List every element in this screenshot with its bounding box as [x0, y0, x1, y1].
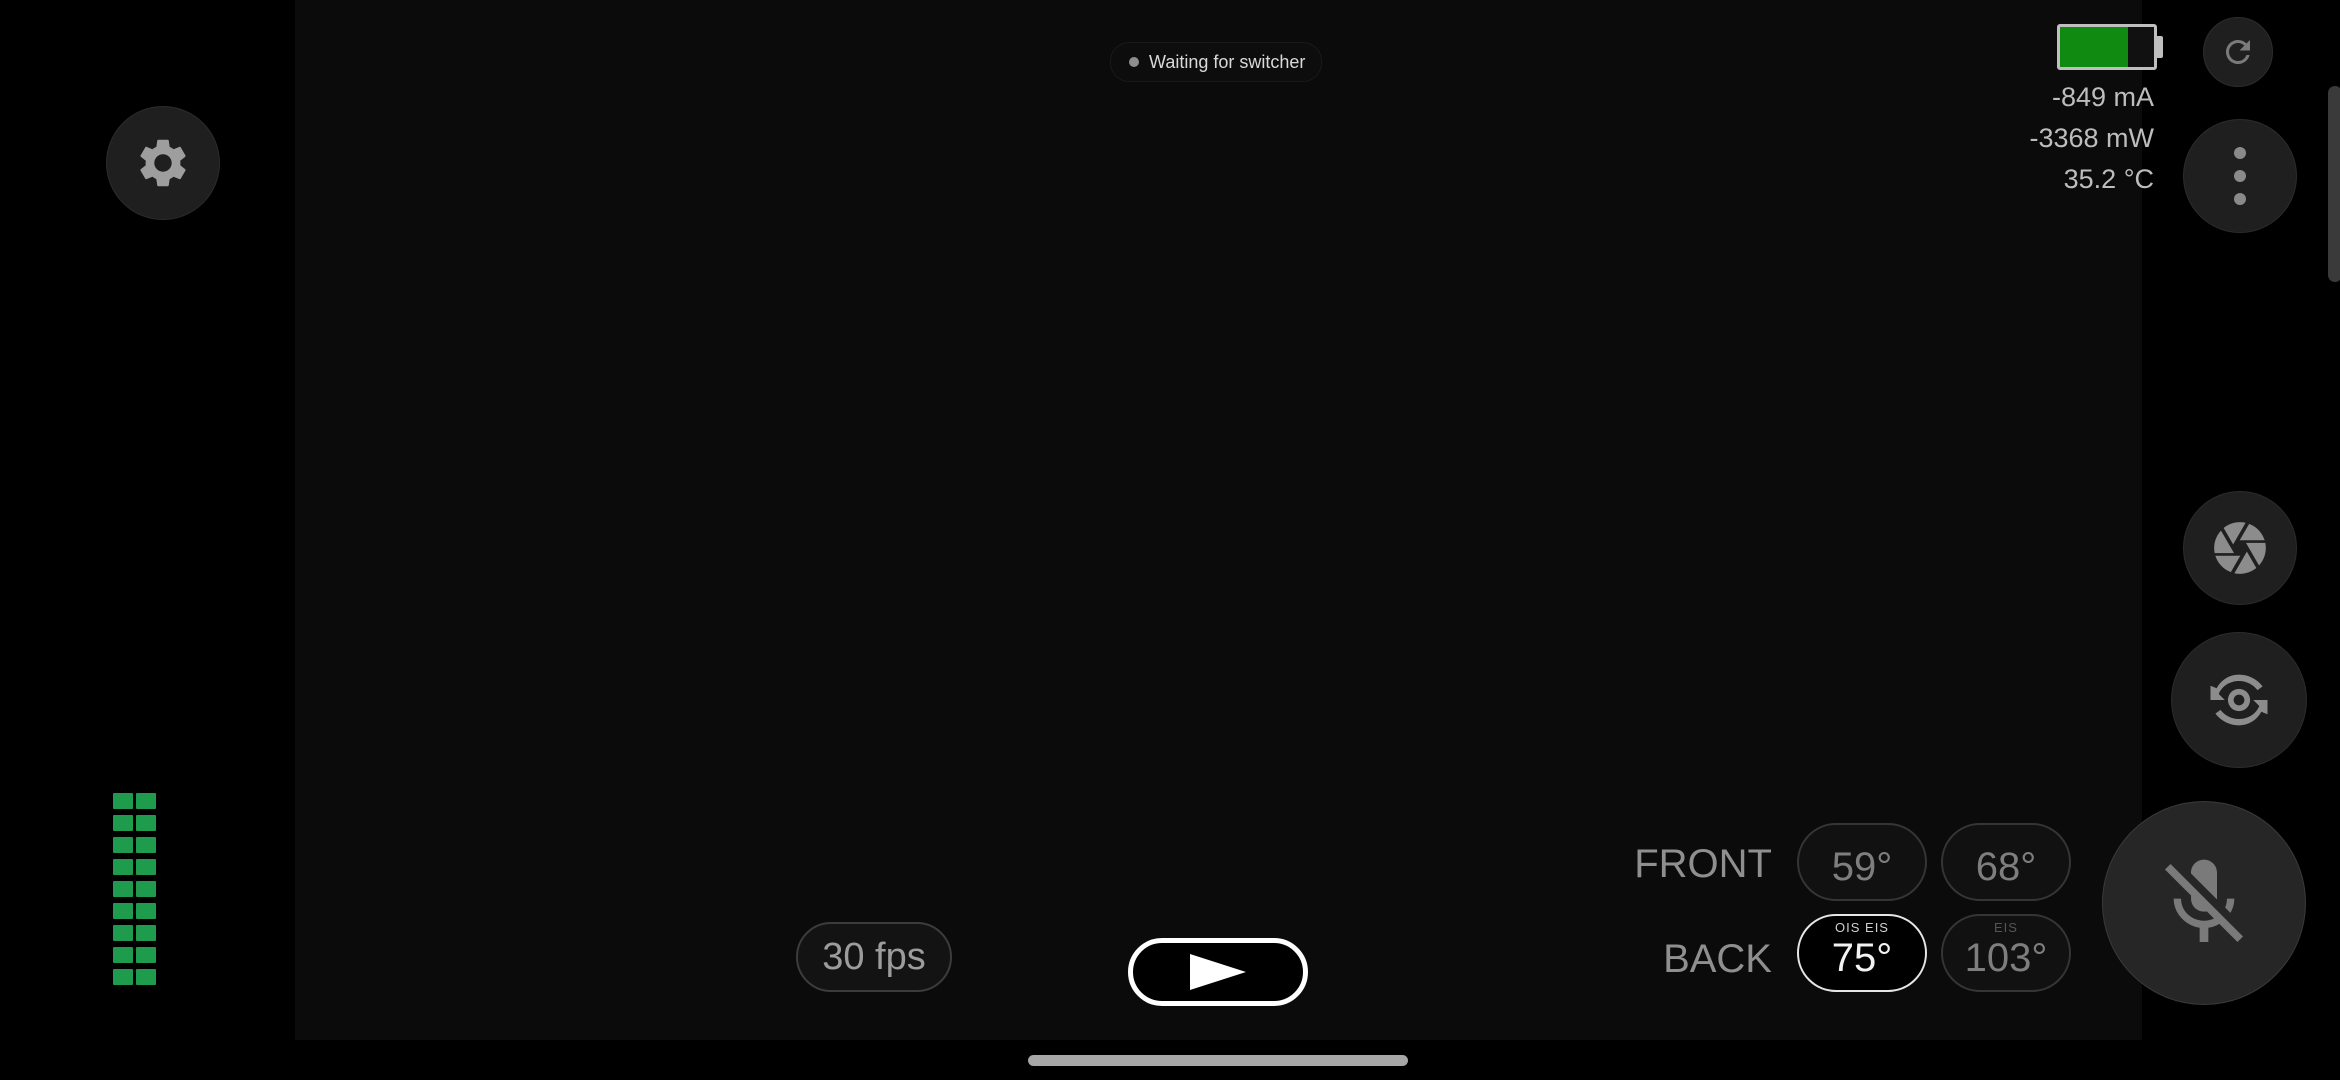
- audio-meter-segment: [136, 859, 156, 875]
- fov-value: 103°: [1964, 935, 2048, 980]
- play-icon: [1190, 954, 1246, 990]
- audio-meter-segment: [136, 881, 156, 897]
- fov-value: 59°: [1831, 844, 1893, 889]
- fov-tags: OIS EIS: [1835, 920, 1889, 935]
- edge-panel-handle[interactable]: [2328, 86, 2340, 282]
- front-fov-option[interactable]: 59°: [1797, 823, 1927, 901]
- audio-meter-segment: [113, 837, 133, 853]
- audio-meter-segment: [113, 859, 133, 875]
- photo-button[interactable]: [2183, 491, 2297, 605]
- audio-meter-segment: [113, 903, 133, 919]
- audio-meter-segment: [136, 925, 156, 941]
- status-label: Waiting for switcher: [1149, 51, 1306, 72]
- current-readout: -849 mA: [2051, 82, 2154, 112]
- fps-selector[interactable]: 30 fps: [796, 922, 952, 992]
- back-fov-option-selected[interactable]: OIS EIS 75°: [1797, 914, 1927, 992]
- battery-fill: [2060, 27, 2128, 67]
- audio-meter-segment: [136, 837, 156, 853]
- temperature-readout: 35.2 °C: [2063, 164, 2154, 194]
- power-readout: -3368 mW: [2029, 123, 2154, 153]
- switch-camera-button[interactable]: [2171, 632, 2307, 768]
- status-dot: [1129, 57, 1139, 67]
- fov-value: 75°: [1831, 935, 1893, 980]
- audio-meter-segment: [113, 815, 133, 831]
- refresh-icon: [2226, 40, 2250, 64]
- audio-meter-segment: [136, 969, 156, 985]
- fps-label: 30 fps: [822, 935, 926, 978]
- mic-off-icon: [2165, 859, 2243, 942]
- audio-meter-segment: [136, 947, 156, 963]
- audio-meter-segment: [113, 925, 133, 941]
- battery-tip: [2157, 36, 2163, 58]
- front-fov-option[interactable]: 68°: [1941, 823, 2071, 901]
- refresh-button[interactable]: [2203, 17, 2273, 87]
- gear-icon: [140, 139, 186, 187]
- more-options-button[interactable]: [2183, 119, 2297, 233]
- audio-meter-segment: [113, 969, 133, 985]
- connection-status-pill: Waiting for switcher: [1110, 42, 1323, 82]
- audio-meter-segment: [136, 903, 156, 919]
- audio-meter-segment: [113, 947, 133, 963]
- settings-button[interactable]: [106, 106, 220, 220]
- back-lens-label: BACK: [1663, 937, 1772, 981]
- aperture-icon: [2214, 522, 2266, 574]
- audio-meter-segment: [113, 793, 133, 809]
- home-indicator[interactable]: [1028, 1055, 1408, 1066]
- back-fov-option[interactable]: EIS 103°: [1941, 914, 2071, 992]
- mic-mute-button[interactable]: [2102, 801, 2306, 1005]
- fov-tags: EIS: [1994, 920, 2018, 935]
- record-button[interactable]: [1128, 938, 1308, 1006]
- audio-meter-segment: [136, 793, 156, 809]
- fov-value: 68°: [1975, 844, 2037, 889]
- front-lens-label: FRONT: [1634, 842, 1772, 886]
- audio-meter-segment: [113, 881, 133, 897]
- switch-camera-icon: [2210, 674, 2268, 726]
- more-vertical-icon: [2234, 147, 2246, 205]
- camera-screen: Waiting for switcher -849 mA -3368 mW 35…: [0, 0, 2340, 1080]
- audio-meter-segment: [136, 815, 156, 831]
- battery-indicator: [2057, 24, 2157, 70]
- audio-level-meter: [113, 793, 156, 985]
